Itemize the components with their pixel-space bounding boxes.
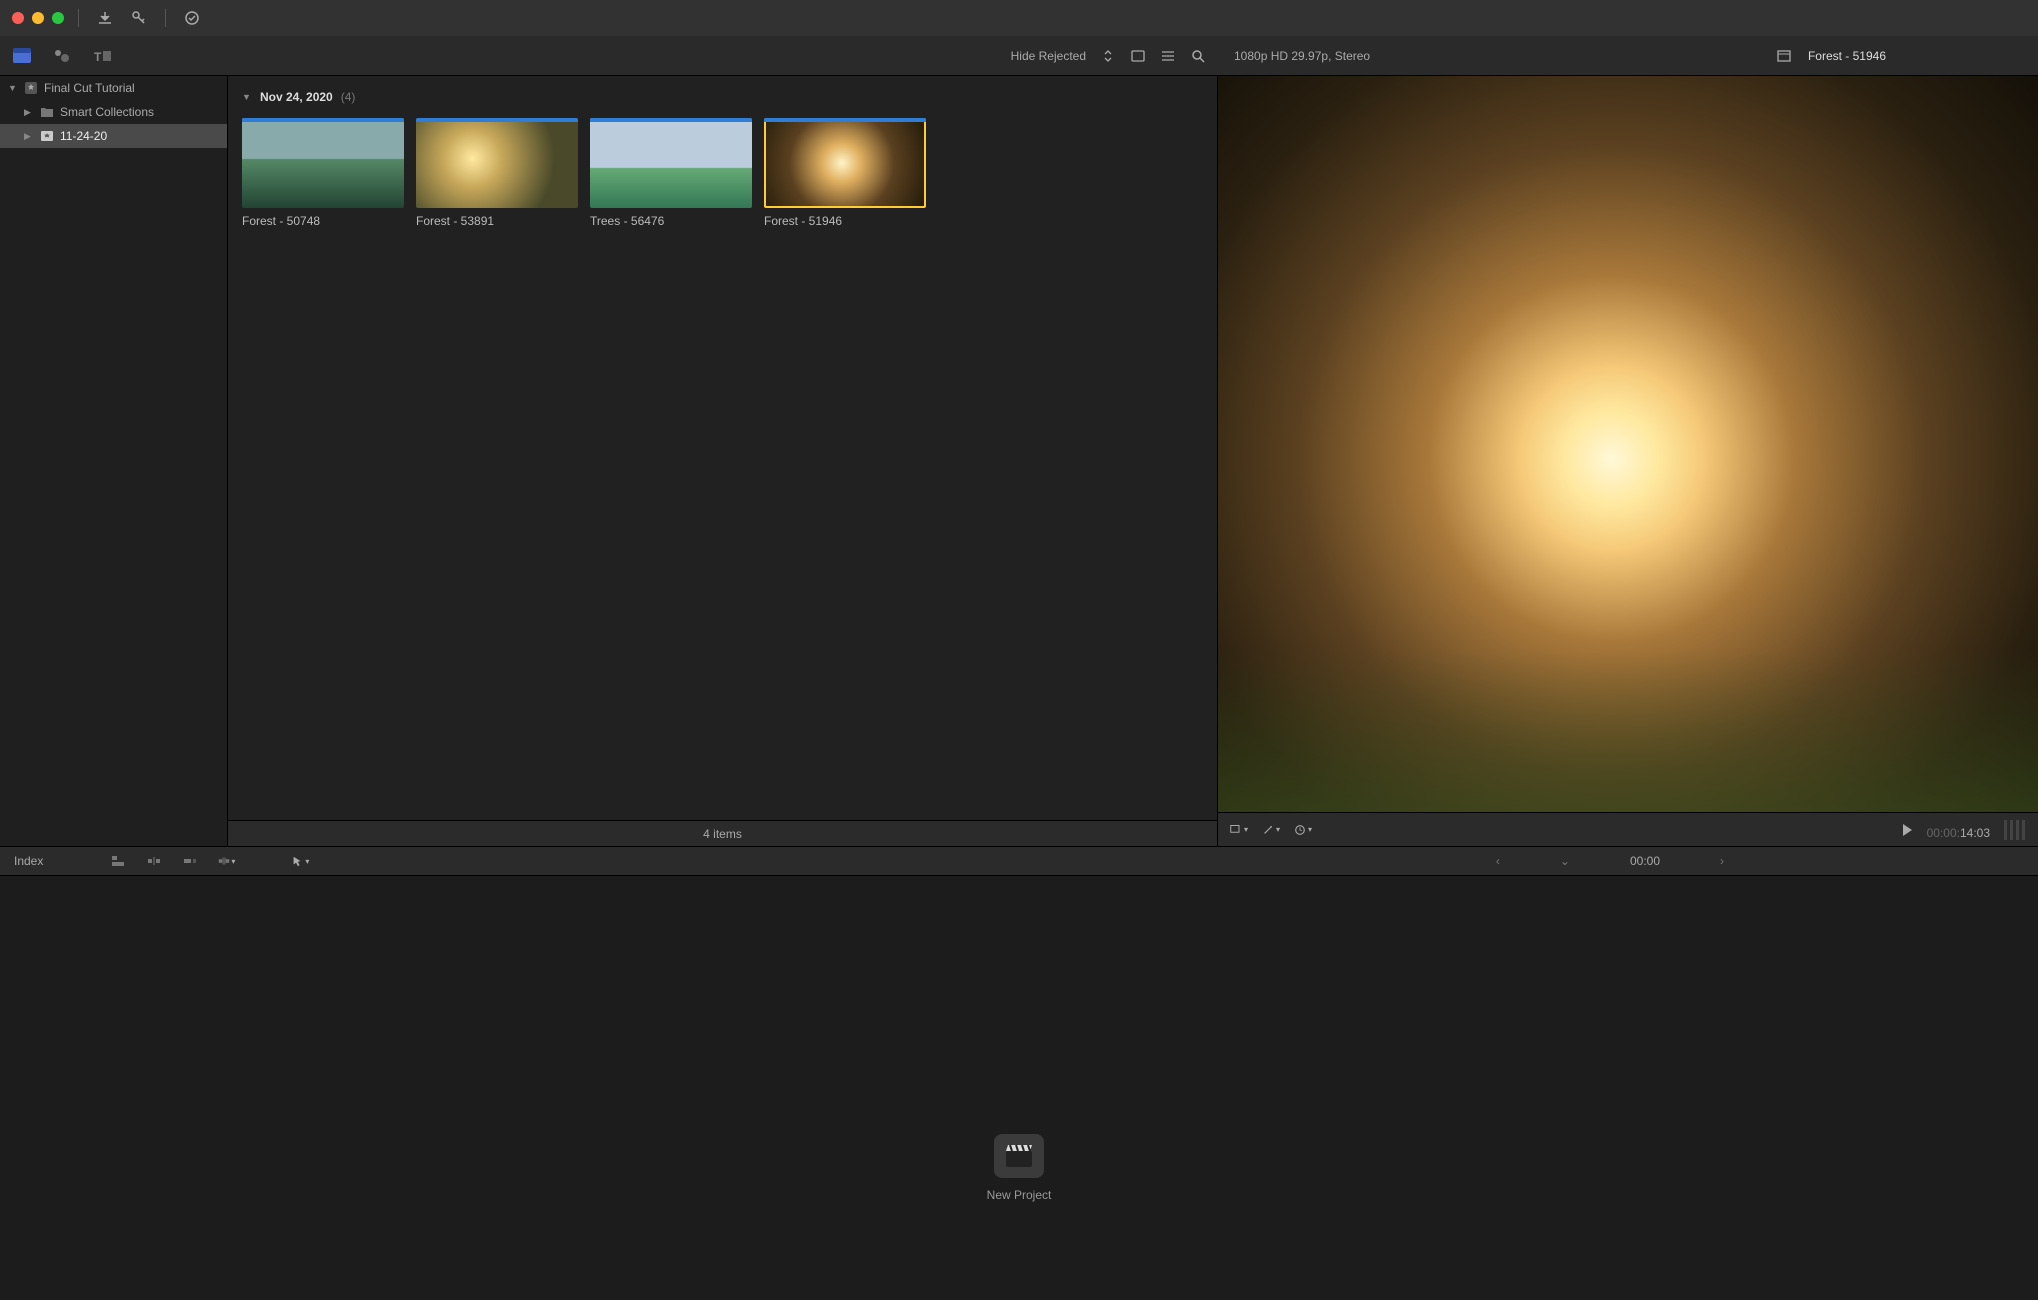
import-icon [97,10,113,26]
updown-icon [1100,48,1116,64]
window-controls [12,12,64,24]
upper-area: ▼ Final Cut Tutorial ▶ Smart Collections… [0,76,2038,846]
append-icon [182,854,198,868]
keyword-button[interactable] [127,8,151,28]
viewer-toolbar: ▾ ▾ ▾ 00:00:14:03 [1218,812,2038,846]
clip-label: Forest - 51946 [764,214,926,228]
browser-footer: 4 items [228,820,1217,846]
sidebar-item-label: 11-24-20 [60,129,107,143]
photos-sidebar-button[interactable] [50,44,74,68]
connect-icon [110,854,126,868]
disclosure-triangle-icon[interactable]: ▶ [24,107,34,118]
event-star-icon [40,130,54,142]
timeline-time-display: 00:00 [1630,854,1660,868]
viewer: ▾ ▾ ▾ 00:00:14:03 [1218,76,2038,846]
clip-thumbnail[interactable] [242,118,404,208]
sidebar-item-label: Smart Collections [60,105,154,119]
rectangle-icon [1230,823,1242,837]
transform-button[interactable]: ▾ [1262,823,1280,837]
sidebar-item-label: Final Cut Tutorial [44,81,135,95]
close-window-button[interactable] [12,12,24,24]
timeline-zoom-menu[interactable]: ⌄ [1560,854,1570,868]
library-star-icon [24,81,38,95]
viewer-image [1218,76,2038,812]
viewer-title: Forest - 51946 [1808,49,1886,63]
viewer-format-label: 1080p HD 29.97p, Stereo [1234,49,1370,63]
header-bar: T Hide Rejected 1080p HD 29.97p, Stereo … [0,36,2038,76]
clock-icon [1294,823,1306,837]
titles-icon: T [92,47,112,65]
check-circle-icon [184,10,200,26]
clip-view-icon[interactable] [1130,48,1146,64]
clapperboard-icon [994,1134,1044,1178]
folder-icon [40,106,54,118]
clip-item[interactable]: Forest - 51946 [764,118,926,228]
arrow-tool-icon [291,854,303,868]
clip-label: Forest - 53891 [416,214,578,228]
sidebar-item-library[interactable]: ▼ Final Cut Tutorial [0,76,227,100]
append-clip-button[interactable] [181,854,199,868]
disclosure-triangle-icon[interactable]: ▼ [242,92,252,102]
library-icon [12,47,32,65]
photos-icon [52,47,72,65]
zoom-window-button[interactable] [52,12,64,24]
list-view-icon[interactable] [1160,48,1176,64]
disclosure-triangle-icon[interactable]: ▶ [24,131,34,142]
index-button[interactable]: Index [14,854,43,868]
titlebar [0,0,2038,36]
clip-browser: ▼ Nov 24, 2020 (4) Forest - 50748 Forest… [228,76,1218,846]
search-icon[interactable] [1190,48,1206,64]
play-icon[interactable] [1901,823,1913,837]
clip-item[interactable]: Forest - 53891 [416,118,578,228]
filter-menu[interactable]: Hide Rejected [1011,49,1086,63]
insert-clip-button[interactable] [145,854,163,868]
clip-thumbnail[interactable] [590,118,752,208]
import-button[interactable] [93,8,117,28]
clips-grid: Forest - 50748 Forest - 53891 Trees - 56… [228,110,1217,236]
timeline-toolbar: Index ▾ ▾ ‹ ⌄ 00:00 › [0,846,2038,876]
viewer-canvas[interactable] [1218,76,2038,812]
clip-label: Trees - 56476 [590,214,752,228]
retime-button[interactable]: ▾ [1294,823,1312,837]
browser-date-header[interactable]: ▼ Nov 24, 2020 (4) [228,76,1217,110]
browser-count-label: (4) [341,90,356,104]
clip-thumbnail[interactable] [416,118,578,208]
timeline-nav-prev[interactable]: ‹ [1496,854,1500,868]
minimize-window-button[interactable] [32,12,44,24]
sidebar-item-smart-collections[interactable]: ▶ Smart Collections [0,100,227,124]
titles-sidebar-button[interactable]: T [90,44,114,68]
view-options-button[interactable]: ▾ [1230,823,1248,837]
clip-label: Forest - 50748 [242,214,404,228]
browser-item-count: 4 items [703,827,742,841]
clip-thumbnail[interactable] [764,118,926,208]
wand-icon [1262,823,1274,837]
timeline[interactable]: New Project [0,876,2038,1300]
background-tasks-button[interactable] [180,8,204,28]
sidebar-item-event[interactable]: ▶ 11-24-20 [0,124,227,148]
browser-date-label: Nov 24, 2020 [260,90,333,104]
overwrite-icon [217,854,231,868]
insert-icon [146,854,162,868]
tool-select-button[interactable]: ▾ [291,854,309,868]
clip-item[interactable]: Trees - 56476 [590,118,752,228]
viewer-layout-icon[interactable] [1776,48,1792,64]
overwrite-clip-button[interactable]: ▾ [217,854,235,868]
audio-meter[interactable] [2004,820,2026,840]
library-sidebar-button[interactable] [10,44,34,68]
key-icon [131,10,147,26]
new-project-label: New Project [987,1188,1052,1202]
library-sidebar: ▼ Final Cut Tutorial ▶ Smart Collections… [0,76,228,846]
connect-clip-button[interactable] [109,854,127,868]
svg-text:T: T [94,50,102,64]
timeline-nav-next[interactable]: › [1720,854,1724,868]
disclosure-triangle-icon[interactable]: ▼ [8,83,18,93]
new-project-button[interactable]: New Project [987,1134,1052,1202]
timecode-display[interactable]: 00:00:14:03 [1927,818,1990,842]
clip-item[interactable]: Forest - 50748 [242,118,404,228]
